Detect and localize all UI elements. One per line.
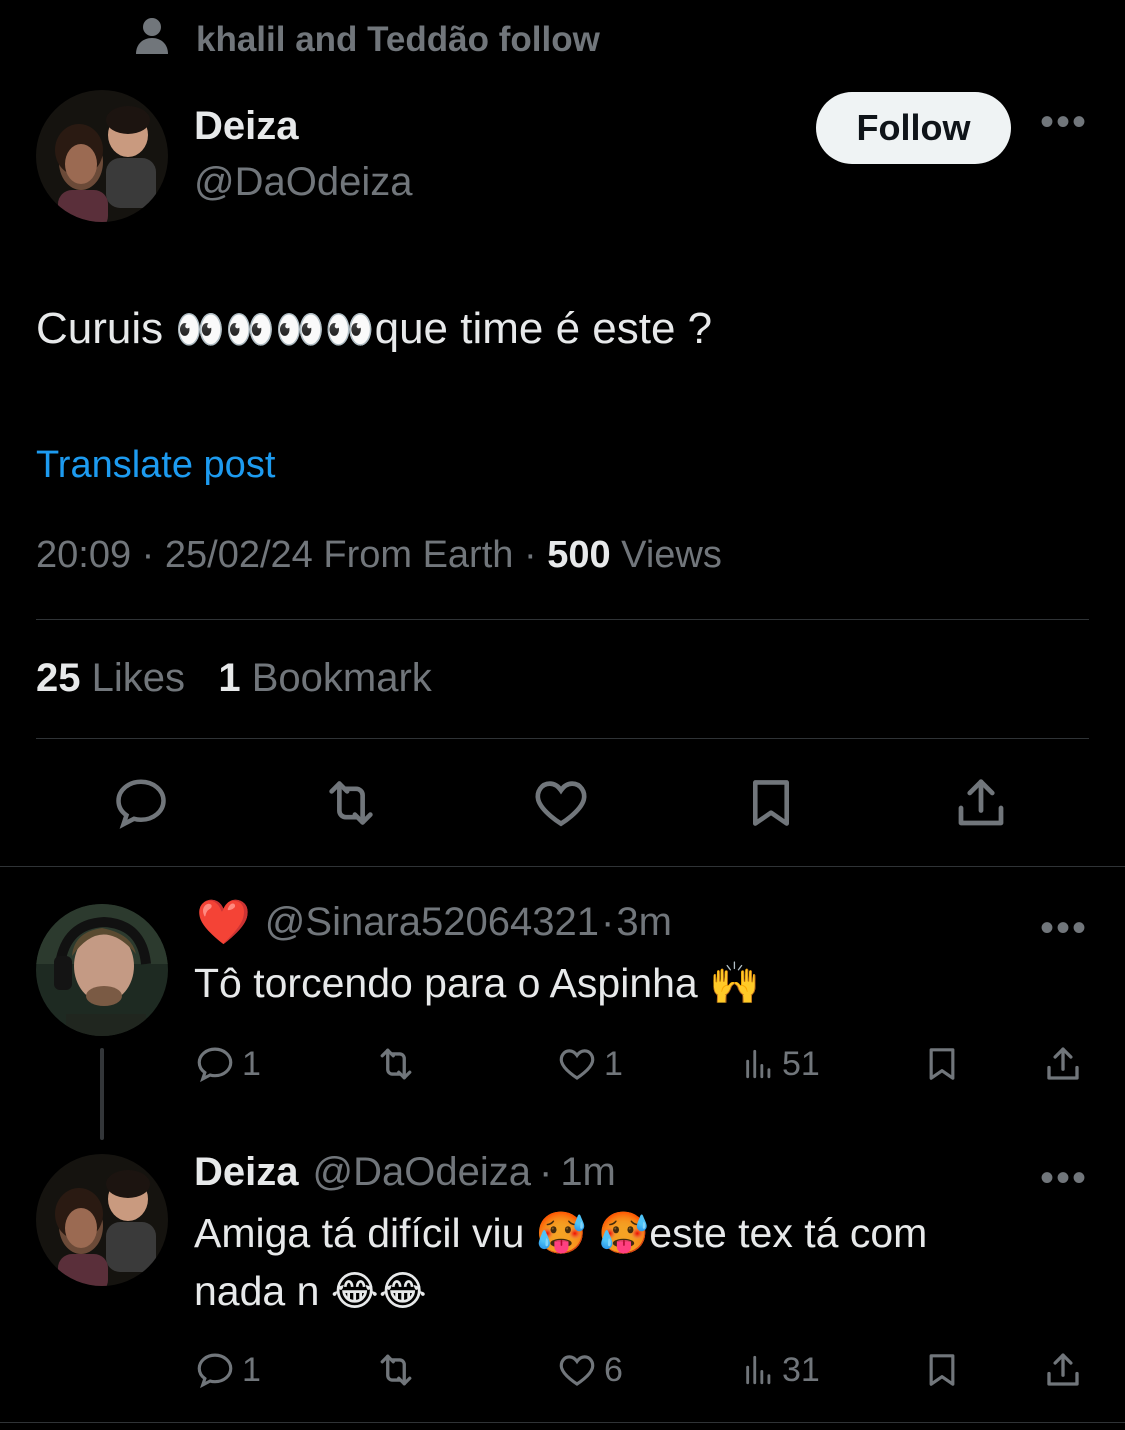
reply-button[interactable]: 1 <box>194 1346 261 1394</box>
reply-time[interactable]: 1m <box>560 1150 616 1195</box>
divider <box>0 866 1125 867</box>
views-label: Views <box>621 534 722 576</box>
bookmarks-count: 1 <box>218 656 241 700</box>
reply-icon[interactable] <box>108 770 174 836</box>
thread-connector <box>100 1048 104 1140</box>
reply-text: Tô torcendo para o Aspinha 🙌 <box>194 960 761 1006</box>
tweet-time[interactable]: 20:09 <box>36 534 131 576</box>
retweet-button[interactable] <box>374 1346 418 1394</box>
tweet-source: From Earth <box>323 534 514 576</box>
reply-author-handle[interactable]: @Sinara52064321 <box>265 900 599 945</box>
more-options-icon[interactable]: ••• <box>1040 906 1088 951</box>
author-name[interactable]: Deiza <box>194 104 299 149</box>
like-icon <box>559 1355 595 1386</box>
views-button[interactable]: 51 <box>742 1040 820 1088</box>
retweet-icon[interactable] <box>318 770 384 836</box>
share-icon <box>1047 1047 1079 1080</box>
translate-post-link[interactable]: Translate post <box>36 444 275 487</box>
reply-time[interactable]: 3m <box>616 900 672 945</box>
bookmark-icon <box>929 1048 955 1080</box>
author-handle[interactable]: @DaOdeiza <box>194 160 412 205</box>
bookmarks-label: Bookmark <box>251 656 432 700</box>
like-button[interactable]: 1 <box>556 1040 623 1088</box>
divider <box>36 619 1089 620</box>
reply-text-line: Amiga tá difícil viu 🥵 🥵este tex tá com <box>194 1210 928 1256</box>
reply-header: ❤️ @Sinara52064321 · 3m <box>196 896 672 948</box>
more-options-icon[interactable]: ••• <box>1040 1156 1088 1201</box>
reply-text: Amiga tá difícil viu 🥵 🥵este tex tá com … <box>194 1204 927 1320</box>
share-button[interactable] <box>1042 1346 1084 1394</box>
tweet-text: Curuis 👀👀👀👀que time é este ? <box>36 304 712 354</box>
bookmarks-stat[interactable]: 1 Bookmark <box>218 656 431 700</box>
tweet-date[interactable]: 25/02/24 <box>165 534 313 576</box>
more-options-icon[interactable]: ••• <box>1040 100 1088 145</box>
eyes-emoji: 👀👀👀👀 <box>175 308 375 352</box>
view-count: 51 <box>782 1044 820 1083</box>
likes-count: 25 <box>36 656 81 700</box>
views-count: 500 <box>547 534 611 576</box>
retweet-button[interactable] <box>374 1040 418 1088</box>
likes-stat[interactable]: 25 Likes <box>36 656 185 700</box>
likes-label: Likes <box>91 656 186 700</box>
reply-author-handle[interactable]: @DaOdeiza <box>313 1150 531 1195</box>
bookmark-button[interactable] <box>922 1040 962 1088</box>
like-count: 6 <box>604 1350 623 1389</box>
follow-button[interactable]: Follow <box>816 92 1011 164</box>
social-context[interactable]: khalil and Teddão follow <box>134 16 600 65</box>
reply-author-avatar[interactable] <box>36 1154 168 1286</box>
like-icon[interactable] <box>528 770 594 836</box>
social-context-text: khalil and Teddão follow <box>196 20 600 59</box>
reply-author-avatar[interactable] <box>36 904 168 1036</box>
reply-text-line: nada n 😂😂 <box>194 1268 427 1314</box>
retweet-icon <box>380 1354 412 1386</box>
divider <box>36 738 1089 739</box>
tweet-metadata: 20:09 · 25/02/24 From Earth · 500 Views <box>36 534 722 576</box>
heart-badge-icon: ❤️ <box>196 898 251 947</box>
reply-button[interactable]: 1 <box>194 1040 261 1088</box>
separator: · <box>601 899 615 944</box>
reply-count: 1 <box>242 1044 261 1083</box>
reply-icon <box>197 1353 233 1389</box>
like-button[interactable]: 6 <box>556 1346 623 1394</box>
like-count: 1 <box>604 1044 623 1083</box>
reply-header: Deiza @DaOdeiza · 1m <box>194 1150 616 1195</box>
views-icon <box>746 1049 771 1079</box>
view-count: 31 <box>782 1350 820 1389</box>
engagement-stats: 25 Likes 1 Bookmark <box>36 656 432 701</box>
views-button[interactable]: 31 <box>742 1346 820 1394</box>
share-icon[interactable] <box>948 770 1014 836</box>
tweet-text-start: Curuis <box>36 304 176 353</box>
bookmark-icon <box>929 1354 955 1386</box>
tweet-text-end: que time é este ? <box>374 304 713 353</box>
views-icon <box>746 1355 771 1385</box>
reply-count: 1 <box>242 1350 261 1389</box>
reply-icon <box>197 1047 233 1083</box>
like-icon <box>559 1049 595 1080</box>
bookmark-icon[interactable] <box>738 770 804 836</box>
separator: · <box>538 1150 553 1194</box>
author-avatar[interactable] <box>36 90 168 222</box>
bookmark-button[interactable] <box>922 1346 962 1394</box>
share-button[interactable] <box>1042 1040 1084 1088</box>
divider <box>0 1422 1125 1423</box>
share-icon <box>1047 1353 1079 1386</box>
person-icon <box>134 16 170 65</box>
retweet-icon <box>380 1048 412 1080</box>
reply-author-name[interactable]: Deiza <box>194 1150 299 1195</box>
